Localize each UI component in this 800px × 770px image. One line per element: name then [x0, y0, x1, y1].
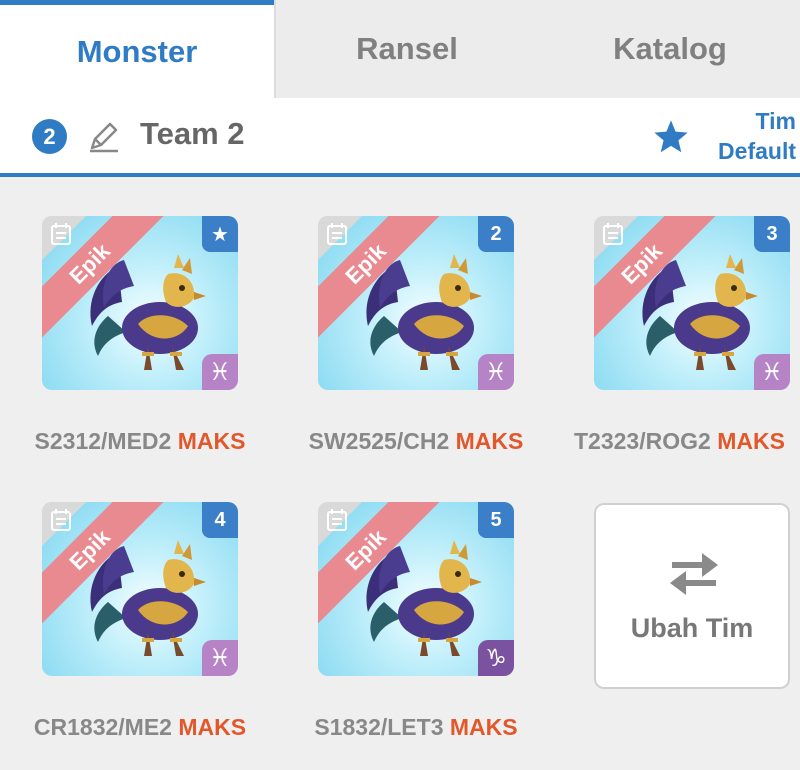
default-team-button[interactable]: Tim Default	[718, 106, 796, 166]
monster-code: S1832/LET3	[314, 714, 444, 740]
swap-arrows-icon	[670, 553, 718, 595]
monster-label: SW2525/CH2 MAKS	[278, 428, 554, 455]
monster-portrait-icon	[366, 254, 482, 370]
capricorn-icon: ♑	[478, 640, 514, 676]
team-bar: 2 Team 2 Tim Default	[0, 98, 800, 177]
note-icon[interactable]	[326, 222, 348, 246]
slot-badge: ★	[202, 216, 238, 252]
note-icon[interactable]	[602, 222, 624, 246]
monster-card-frame: Epik 3 ♓	[594, 216, 790, 390]
monster-label: S1832/LET3 MAKS	[278, 714, 554, 741]
monster-code: SW2525/CH2	[308, 428, 450, 454]
tab-bar: Monster Ransel Katalog	[0, 0, 800, 98]
change-team-button[interactable]: Ubah Tim	[594, 503, 790, 689]
slot-badge: 5	[478, 502, 514, 538]
tab-monster[interactable]: Monster	[0, 0, 274, 98]
monster-portrait-icon	[366, 540, 482, 656]
pencil-icon[interactable]	[86, 118, 122, 154]
monster-portrait-icon	[90, 254, 206, 370]
change-team-label: Ubah Tim	[630, 613, 754, 643]
monster-label: T2323/ROG2 MAKS	[574, 428, 800, 455]
monster-code: CR1832/ME2	[33, 714, 172, 740]
team-number-badge: 2	[32, 119, 67, 154]
slot-badge: 2	[478, 216, 514, 252]
monster-card-frame: Epik 5 ♑	[318, 502, 514, 676]
default-team-label-1: Tim	[755, 108, 796, 134]
team-name[interactable]: Team 2	[140, 116, 245, 152]
star-icon[interactable]	[652, 118, 690, 156]
note-icon[interactable]	[50, 222, 72, 246]
monster-card[interactable]: Epik 4 ♓ CR1832/ME2 MAKS	[34, 502, 246, 740]
monster-code: S2312/MED2	[34, 428, 172, 454]
pisces-icon: ♓	[478, 354, 514, 390]
monster-portrait-icon	[642, 254, 758, 370]
monster-card-frame: Epik 2 ♓	[318, 216, 514, 390]
note-icon[interactable]	[50, 508, 72, 532]
default-team-label-2: Default	[718, 138, 796, 164]
monster-label: S2312/MED2 MAKS	[2, 428, 278, 455]
tab-katalog[interactable]: Katalog	[540, 0, 800, 98]
monster-code: T2323/ROG2	[574, 428, 711, 454]
slot-badge: 3	[754, 216, 790, 252]
monster-card[interactable]: Epik 3 ♓ T2323/ROG2 MAKS	[574, 216, 790, 454]
monster-level: MAKS	[717, 428, 785, 454]
tab-ransel[interactable]: Ransel	[276, 0, 538, 98]
monster-portrait-icon	[90, 540, 206, 656]
monster-label: CR1832/ME2 MAKS	[2, 714, 278, 741]
monster-card[interactable]: Epik ★ ♓ S2312/MED2 MAKS	[35, 216, 245, 454]
monster-level: MAKS	[177, 428, 246, 454]
slot-badge: 4	[202, 502, 238, 538]
monster-level: MAKS	[455, 428, 524, 454]
pisces-icon: ♓	[202, 640, 238, 676]
monster-card-frame: Epik ★ ♓	[42, 216, 238, 390]
note-icon[interactable]	[326, 508, 348, 532]
monster-card-frame: Epik 4 ♓	[42, 502, 238, 676]
monster-level: MAKS	[178, 714, 247, 740]
monster-card[interactable]: Epik 2 ♓ SW2525/CH2 MAKS	[309, 216, 523, 454]
monster-level: MAKS	[449, 714, 518, 740]
pisces-icon: ♓	[202, 354, 238, 390]
monster-card[interactable]: Epik 5 ♑ S1832/LET3 MAKS	[314, 502, 518, 740]
pisces-icon: ♓	[754, 354, 790, 390]
